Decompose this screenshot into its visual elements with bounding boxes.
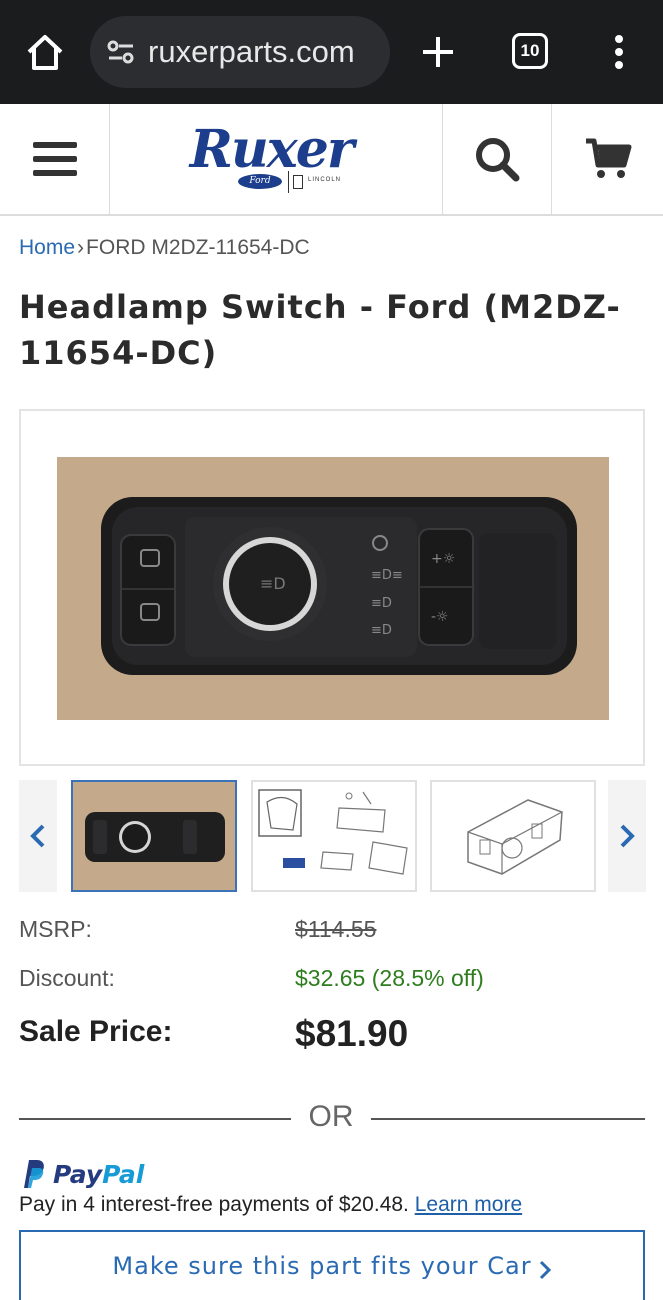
page-title: Headlamp Switch - Ford (M2DZ-11654-DC): [19, 288, 621, 372]
cart-button[interactable]: [552, 104, 663, 214]
msrp-value: $114.55: [295, 916, 377, 942]
divider-line: [19, 1118, 291, 1120]
discount-label: Discount:: [19, 965, 115, 991]
thumbnail-1[interactable]: [71, 780, 237, 892]
site-info-icon[interactable]: [106, 37, 136, 67]
paypal-logo: PayPal: [19, 1156, 144, 1192]
cart-icon: [585, 138, 631, 178]
tabs-button[interactable]: 10: [512, 33, 548, 69]
or-text: OR: [308, 1100, 354, 1133]
search-button[interactable]: [442, 104, 552, 214]
chevron-right-icon: [539, 1260, 551, 1280]
svg-text:-☼: -☼: [431, 609, 449, 625]
sale-price-label: Sale Price:: [19, 1015, 173, 1048]
thumbnail-2[interactable]: [251, 780, 417, 892]
logo-text: Ruxer: [189, 119, 355, 180]
carousel-next-button[interactable]: [608, 780, 646, 892]
fit-check-label: Make sure this part fits your Car: [112, 1252, 532, 1280]
lincoln-icon: [293, 175, 303, 189]
more-vert-icon[interactable]: [607, 32, 631, 72]
plus-icon[interactable]: [418, 32, 458, 72]
discount-value: $32.65 (28.5% off): [295, 965, 484, 991]
product-photo: ≡D ≡D≡ ≡D ≡D +☼ -☼: [57, 457, 609, 720]
thumbnail-carousel: [19, 780, 646, 892]
svg-text:≡D≡: ≡D≡: [371, 568, 403, 583]
paypal-brand-pay: Pay: [53, 1159, 103, 1189]
url-text: ruxerparts.com: [148, 34, 355, 69]
search-icon: [476, 138, 520, 182]
divider-line: [371, 1118, 645, 1120]
menu-button[interactable]: [0, 104, 110, 214]
paypal-message: Pay in 4 interest-free payments of $20.4…: [19, 1193, 522, 1217]
breadcrumb: Home›FORD M2DZ-11654-DC: [19, 236, 310, 260]
ford-logo: Ford: [238, 174, 282, 189]
paypal-message-text: Pay in 4 interest-free payments of $20.4…: [19, 1193, 409, 1216]
hamburger-icon: [32, 142, 77, 176]
paypal-icon: [24, 1160, 44, 1188]
breadcrumb-current: FORD M2DZ-11654-DC: [86, 236, 310, 259]
chevron-left-icon: [30, 824, 45, 848]
browser-toolbar: ruxerparts.com 10: [0, 0, 663, 104]
tab-count: 10: [520, 41, 540, 60]
svg-text:≡D: ≡D: [260, 574, 286, 593]
msrp-label: MSRP:: [19, 916, 92, 942]
logo-divider: [288, 171, 289, 193]
address-bar[interactable]: ruxerparts.com: [90, 16, 390, 88]
breadcrumb-separator: ›: [77, 236, 85, 259]
breadcrumb-home-link[interactable]: Home: [19, 236, 75, 259]
site-header: Ruxer Ford LINCOLN: [0, 104, 663, 216]
or-divider: OR: [19, 1100, 645, 1140]
paypal-learn-more-link[interactable]: Learn more: [415, 1193, 522, 1216]
lincoln-logo-text: LINCOLN: [308, 177, 342, 183]
carousel-prev-button[interactable]: [19, 780, 57, 892]
paypal-brand-pal: Pal: [102, 1159, 145, 1189]
thumbnail-3[interactable]: [430, 780, 596, 892]
fit-check-button[interactable]: Make sure this part fits your Car: [19, 1230, 645, 1300]
svg-text:≡D: ≡D: [371, 596, 392, 611]
chevron-right-icon: [620, 824, 635, 848]
home-icon[interactable]: [22, 30, 68, 76]
site-logo[interactable]: Ruxer Ford LINCOLN: [110, 104, 442, 214]
svg-text:+☼: +☼: [431, 551, 455, 567]
sale-price-value: $81.90: [295, 1013, 409, 1054]
main-product-image[interactable]: ≡D ≡D≡ ≡D ≡D +☼ -☼: [19, 409, 645, 766]
svg-text:≡D: ≡D: [371, 623, 392, 638]
